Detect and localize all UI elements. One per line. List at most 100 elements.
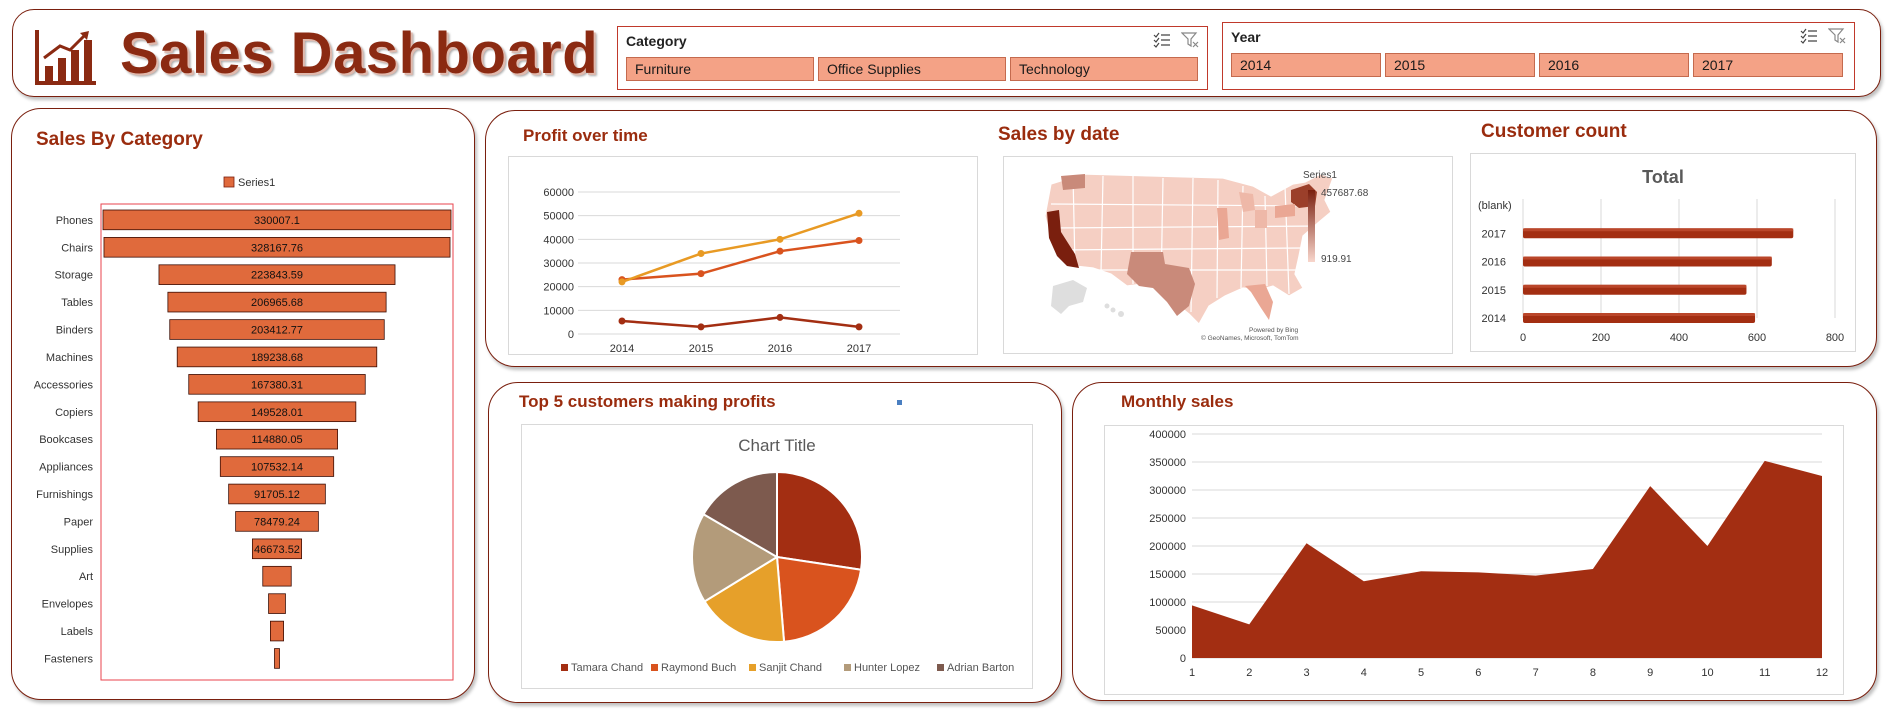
x-tick-label: 12 [1816,667,1828,679]
category-label: Supplies [51,544,94,556]
multi-select-icon[interactable] [1800,27,1818,45]
pie-chart-title: Chart Title [738,436,815,455]
dashboard-canvas: Sales Dashboard Category Furniture Offic… [0,0,1893,716]
year-slicer: Year 2014 2015 2016 2017 [1222,22,1855,90]
funnel-bar [270,620,284,642]
legend-label: Series1 [238,177,275,189]
y-tick-label: 20000 [543,282,574,294]
series-point [776,235,784,243]
bar-value-label: 328167.76 [251,242,303,254]
legend-label: Raymond Buch [661,662,736,674]
map-region-illinois [1217,208,1229,240]
map-region-ohio [1255,210,1267,228]
bar-value-label: 114880.05 [251,434,302,446]
pie-slice [775,555,863,643]
category-item-furniture[interactable]: Furniture [626,57,814,81]
bar-value-label: 203412.77 [251,325,303,337]
logo [34,28,98,86]
bar-value-label: 189238.68 [251,352,303,364]
legend-swatch [937,664,944,671]
bar-value-label: 46673.52 [254,544,300,556]
y-tick-label: 60000 [543,187,574,199]
map-region-hawaii [1104,303,1124,317]
map-credit-bing: Powered by Bing [1249,327,1299,334]
page-title: Sales Dashboard [120,21,599,86]
category-label: (blank) [1478,200,1512,212]
legend-label: Sanjit Chand [759,662,822,674]
category-label: Envelopes [42,599,94,611]
y-tick-label: 350000 [1149,457,1186,469]
profit-over-time-chart: 0 10000 20000 30000 40000 50000 60000 2014 2015 2… [543,187,900,355]
series-point [776,313,784,321]
year-item-2015[interactable]: 2015 [1385,53,1535,77]
series-point [855,209,863,217]
series-point [697,250,705,258]
series-point [776,247,784,255]
bar-value-label: 107532.14 [251,462,303,474]
y-tick-label: 40000 [543,234,574,246]
x-tick-label: 6 [1475,667,1481,679]
year-item-2014[interactable]: 2014 [1231,53,1381,77]
legend-swatch [844,664,851,671]
category-label: Furnishings [36,489,93,501]
map-legend-max: 457687.68 [1321,188,1369,199]
x-tick-label: 2017 [847,343,871,355]
x-tick-label: 3 [1303,667,1309,679]
top5-chart: Chart Title Tamara Chand Raymond Buch Sanji… [561,436,1014,674]
map-region-florida [1245,284,1273,320]
map-region-alaska [1051,280,1087,314]
series-point [855,323,863,331]
category-label: Tables [61,297,93,309]
category-label: Storage [54,270,93,282]
map-legend-min: 919.91 [1321,254,1352,265]
bar-highlight [1523,284,1747,288]
map-region-pennsylvania [1275,204,1295,218]
x-tick-label: 0 [1520,332,1526,344]
clear-filter-icon[interactable] [1181,31,1199,49]
legend-swatch [223,176,235,188]
x-tick-label: 200 [1592,332,1610,344]
y-tick-label: 0 [568,329,574,341]
legend-swatch [561,664,568,671]
series-point [697,270,705,278]
map-legend-gradient [1308,190,1315,262]
y-tick-label: 30000 [543,258,574,270]
category-label: Accessories [34,379,94,391]
clear-filter-icon[interactable] [1828,27,1846,45]
x-tick-label: 600 [1748,332,1766,344]
x-tick-label: 10 [1701,667,1713,679]
y-tick-label: 50000 [1155,625,1186,637]
us-map: Series1 457687.68 919.91 Powered by Bing… [1044,170,1369,342]
y-tick-label: 200000 [1149,541,1186,553]
year-item-2016[interactable]: 2016 [1539,53,1689,77]
monthly-sales-chart: 0 50000 100000 150000 200000 250000 300000 3500… [1149,429,1828,679]
legend-swatch [749,664,756,671]
category-label: Machines [46,352,94,364]
x-tick-label: 9 [1647,667,1653,679]
category-label: Fasteners [44,653,93,665]
y-tick-label: 10000 [543,305,574,317]
category-label: Appliances [39,462,93,474]
category-item-technology[interactable]: Technology [1010,57,1198,81]
x-tick-label: 8 [1590,667,1596,679]
bar-chart-trend-icon [35,30,96,85]
category-item-office-supplies[interactable]: Office Supplies [818,57,1006,81]
multi-select-icon[interactable] [1153,31,1171,49]
series-point [618,317,626,325]
y-tick-label: 0 [1180,653,1186,665]
year-item-2017[interactable]: 2017 [1693,53,1843,77]
bar-highlight [1523,313,1756,316]
category-label: Labels [61,626,94,638]
year-slicer-title: Year [1231,29,1261,45]
category-label: Binders [56,325,94,337]
map-credit-geonames: © GeoNames, Microsoft, TomTom [1201,334,1299,342]
category-slicer-title: Category [626,33,687,49]
x-tick-label: 800 [1826,332,1844,344]
category-label: 2015 [1482,285,1506,297]
chart-handle[interactable] [897,400,902,405]
funnel-bar [262,565,292,587]
map-legend-title: Series1 [1303,170,1337,181]
series-point [855,237,863,245]
category-label: Chairs [61,242,93,254]
category-label: 2016 [1482,257,1506,269]
